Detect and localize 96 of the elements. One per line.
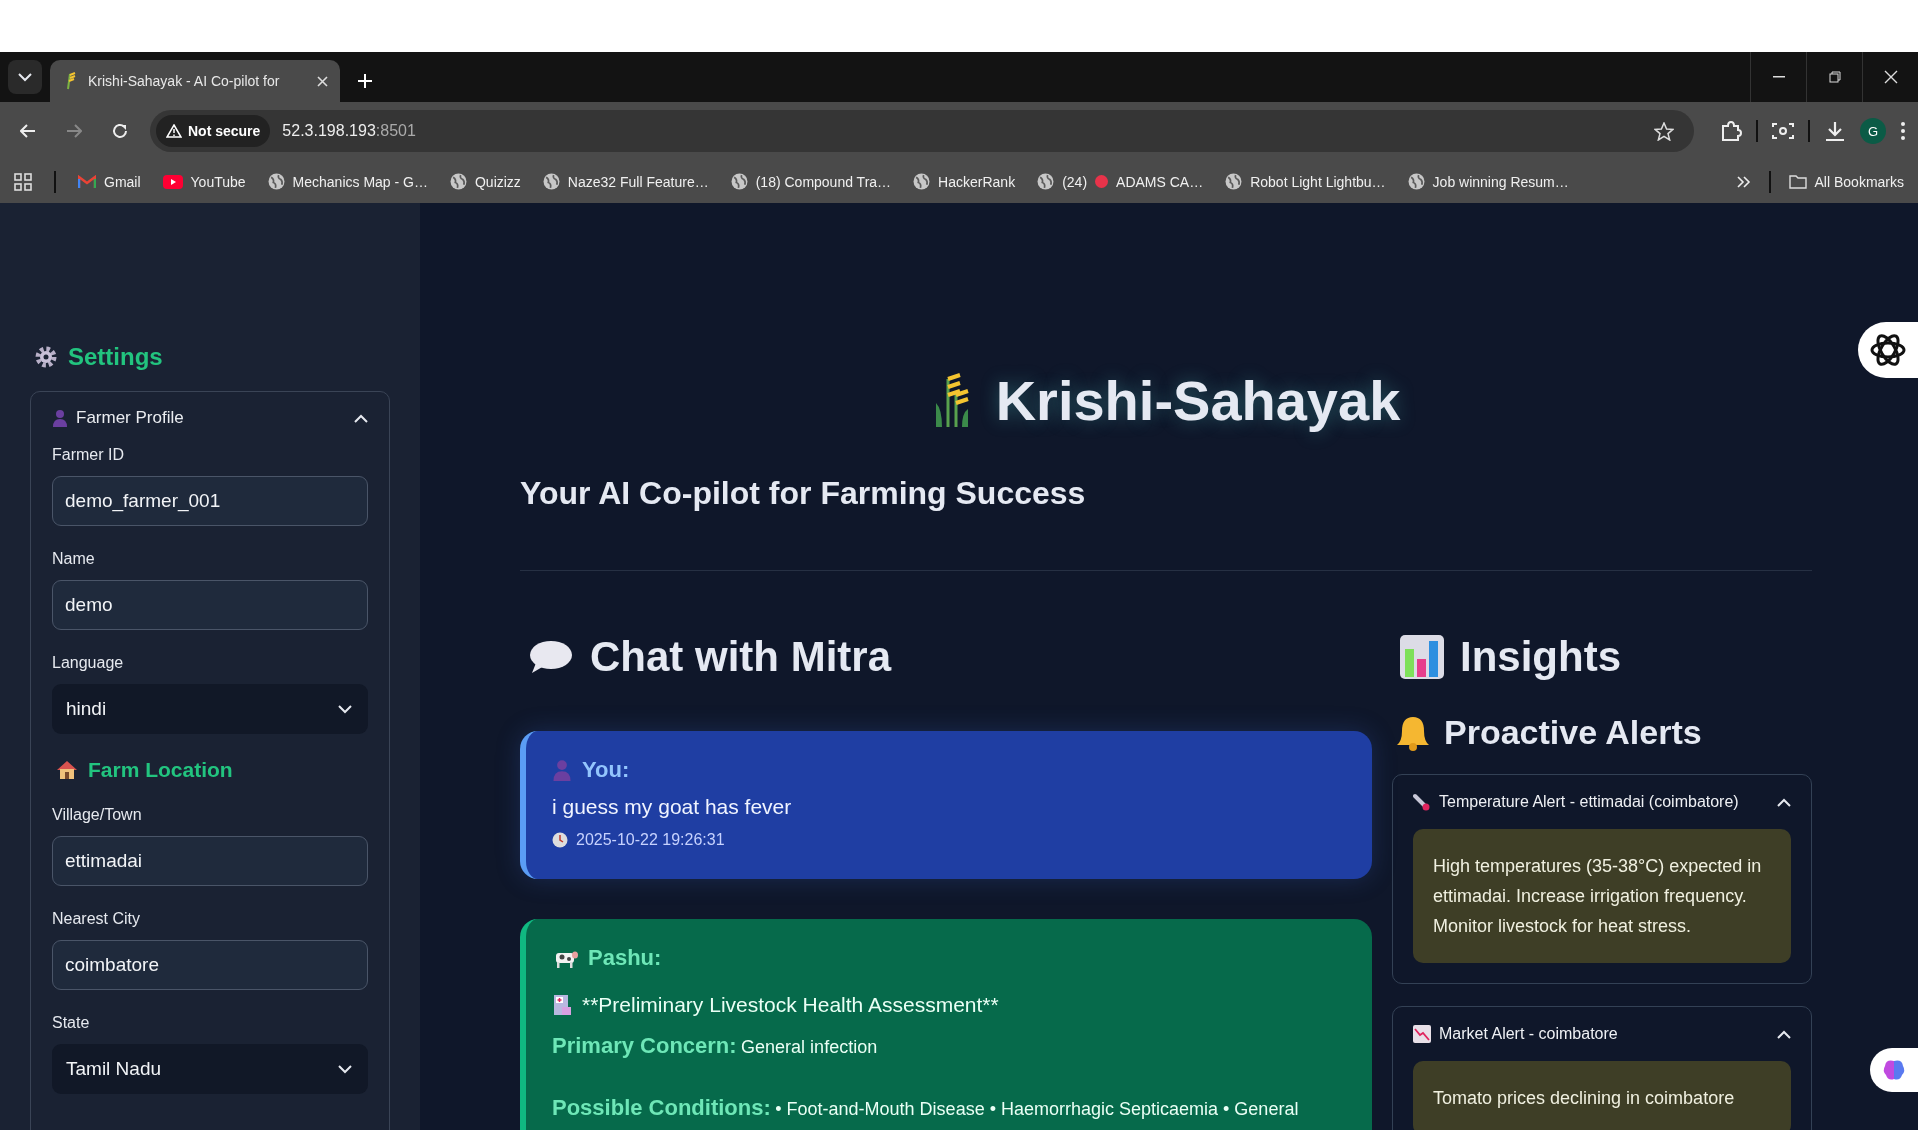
farm-location-heading: Farm Location — [88, 758, 233, 782]
address-bar[interactable]: Not secure 52.3.198.193:8501 — [150, 110, 1694, 152]
field-label: Farmer ID — [52, 446, 125, 464]
bell-icon — [1396, 714, 1430, 751]
bookmark-link[interactable]: (24) ADAMS CA… — [1037, 173, 1204, 190]
restore-icon — [1828, 71, 1841, 83]
text-field[interactable]: coimbatore — [52, 940, 368, 990]
plus-icon — [358, 74, 372, 88]
folder-icon — [1788, 174, 1807, 189]
message-time: 2025-10-22 19:26:31 — [576, 831, 725, 849]
app-subtitle: Your AI Co-pilot for Farming Success — [520, 475, 1087, 512]
brain-icon — [1882, 1059, 1906, 1081]
camera-icon[interactable] — [1772, 121, 1794, 141]
browser-tab[interactable]: Krishi-Sahayak - AI Co-pilot for — [50, 60, 340, 102]
bookmark-link[interactable]: (18) Compound Tra… — [730, 173, 892, 190]
globe-icon — [1225, 173, 1243, 190]
text-field[interactable]: demo_farmer_001 — [52, 476, 368, 526]
bookmark-link[interactable]: HackerRank — [913, 173, 1016, 190]
double-chevron-icon[interactable] — [1736, 175, 1751, 188]
select-field[interactable]: Tamil Nadu — [52, 1044, 368, 1094]
assessment-field: Possible Conditions: • Foot-and-Mouth Disease • Haemorrhagic Septicaemia • General — [552, 1095, 1342, 1121]
alert-header[interactable]: Temperature Alert - ettimadai (coimbatore) — [1413, 793, 1791, 811]
house-icon — [56, 760, 78, 780]
globe-icon — [542, 173, 560, 190]
message-text: i guess my goat has fever — [552, 795, 793, 819]
apps-grid-icon[interactable] — [14, 172, 32, 191]
minimize-icon — [1772, 76, 1785, 78]
speech-bubble-icon — [528, 639, 574, 675]
forward-arrow-icon — [66, 124, 82, 138]
more-icon[interactable] — [1900, 121, 1906, 141]
alert-message: High temperatures (35-38°C) expected in ettimadai. Increase irrigation frequency. Monitor livestock for heat stress. — [1413, 829, 1791, 963]
settings-heading: Settings — [68, 343, 163, 371]
bar-chart-icon — [1400, 635, 1444, 679]
download-icon[interactable] — [1824, 120, 1846, 142]
puzzle-icon[interactable] — [1720, 120, 1742, 142]
thermometer-icon — [1413, 793, 1431, 811]
url-text: 52.3.198.193:8501 — [282, 122, 417, 140]
alert-message: Tomato prices declining in coimbatore — [1413, 1061, 1791, 1130]
profile-avatar[interactable]: G — [1860, 118, 1886, 144]
knot-icon — [1869, 331, 1907, 369]
field-label: State — [52, 1014, 91, 1032]
back-arrow-icon — [20, 124, 36, 138]
field-label: Village/Town — [52, 806, 143, 824]
bookmark-link[interactable]: Robot Light Lightbu… — [1225, 173, 1386, 190]
field-label: Language — [52, 654, 125, 672]
globe-icon — [1407, 173, 1425, 190]
chevron-icon — [354, 413, 368, 423]
reload-icon — [112, 123, 128, 139]
assessment-title: **Preliminary Livestock Health Assessment** — [582, 993, 999, 1017]
bookmark-folder[interactable]: All Bookmarks — [1788, 173, 1904, 190]
globe-icon — [449, 173, 467, 190]
globe-icon — [267, 173, 285, 190]
bookmark-link[interactable]: Mechanics Map - G… — [267, 173, 428, 190]
select-field[interactable]: hindi — [52, 684, 368, 734]
globe-icon — [913, 173, 931, 190]
mail-icon — [78, 174, 96, 189]
assistant-button[interactable] — [1858, 322, 1918, 378]
close-icon[interactable] — [317, 75, 328, 87]
bookmark-link[interactable]: Gmail — [78, 173, 141, 190]
bookmark-link[interactable]: Quizizz — [449, 173, 521, 190]
sender-name: Pashu: — [588, 945, 662, 971]
alerts-heading: Proactive Alerts — [1444, 713, 1702, 752]
sender-name: You: — [582, 757, 630, 783]
chevron-icon — [338, 1064, 352, 1074]
globe-icon — [730, 173, 748, 190]
assessment-field: Primary Concern: General infection — [552, 1033, 1342, 1059]
globe-icon — [1037, 173, 1055, 190]
security-chip[interactable]: Not secure — [156, 115, 271, 147]
field-label: Nearest City — [52, 910, 142, 928]
gear-icon — [34, 345, 58, 369]
person-icon — [552, 759, 572, 781]
clock-icon — [552, 832, 568, 848]
bookmark-star-icon[interactable] — [1654, 121, 1674, 141]
play-icon — [162, 174, 183, 189]
chevron-icon — [338, 704, 352, 714]
close-icon — [1883, 70, 1898, 84]
bookmark-link[interactable]: Job winning Resum… — [1407, 173, 1569, 190]
chat-heading: Chat with Mitra — [590, 633, 891, 681]
bookmark-link[interactable]: YouTube — [162, 173, 246, 190]
field-label: Name — [52, 550, 96, 568]
person-icon — [52, 409, 68, 427]
insights-heading: Insights — [1460, 633, 1621, 681]
brain-button[interactable] — [1870, 1048, 1918, 1092]
text-field[interactable]: demo — [52, 580, 368, 630]
warning-icon — [166, 124, 182, 138]
chart-down-icon — [1413, 1025, 1431, 1043]
chevron-down-icon — [18, 72, 32, 82]
text-field[interactable]: ettimadai — [52, 836, 368, 886]
alert-header[interactable]: Market Alert - coimbatore — [1413, 1025, 1791, 1043]
chevron-icon — [1777, 797, 1791, 807]
app-title: Krishi-Sahayak — [995, 368, 1401, 433]
bookmark-link[interactable]: Naze32 Full Feature… — [542, 173, 709, 190]
hospital-icon — [552, 994, 572, 1016]
chevron-icon — [1777, 1029, 1791, 1039]
tab-list-button[interactable] — [8, 60, 42, 94]
expander-header[interactable]: Farmer Profile — [52, 408, 368, 428]
